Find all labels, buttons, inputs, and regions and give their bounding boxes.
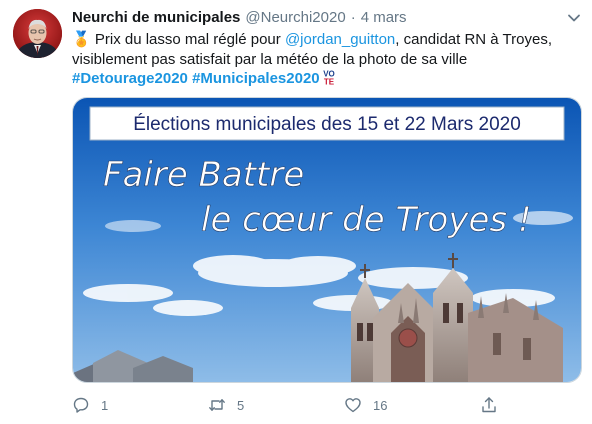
- like-button[interactable]: 16: [344, 396, 387, 414]
- slogan-line-2: le cœur de Troyes !: [201, 200, 532, 240]
- avatar[interactable]: [13, 9, 62, 58]
- tweet-actions: 1 5 16: [72, 396, 582, 416]
- campaign-poster: Élections municipales des 15 et 22 Mars …: [73, 98, 581, 382]
- author-name[interactable]: Neurchi de municipales: [72, 9, 240, 26]
- slogan-line-1: Faire Battre: [103, 155, 304, 195]
- tweet-text: 🏅 Prix du lasso mal réglé pour @jordan_g…: [72, 30, 582, 89]
- hashtag-link[interactable]: #Detourage2020: [72, 70, 188, 87]
- tweet-text-line-3: #Detourage2020 #Municipales2020 VO TE: [72, 69, 582, 89]
- tweet-text-line-2: visiblement pas satisfait par la météo d…: [72, 50, 468, 68]
- tweet-text-part: , candidat RN à Troyes,: [395, 31, 553, 48]
- retweet-button[interactable]: 5: [208, 396, 244, 414]
- mention-link[interactable]: @jordan_guitton: [285, 31, 395, 48]
- tweet-text-line-1: 🏅 Prix du lasso mal réglé pour @jordan_g…: [72, 30, 582, 50]
- vote-emoji: VO TE: [320, 69, 338, 87]
- heart-icon: [345, 398, 361, 413]
- share-icon: [482, 397, 496, 413]
- author-handle[interactable]: @Neurchi2020: [245, 9, 345, 26]
- tweet-text-part: Prix du lasso mal réglé pour: [90, 31, 285, 48]
- retweet-count: 5: [237, 397, 245, 413]
- tweet[interactable]: Neurchi de municipales @Neurchi2020 · 4 …: [0, 0, 592, 424]
- reply-icon: [73, 397, 89, 413]
- tweet-header: Neurchi de municipales @Neurchi2020 · 4 …: [72, 9, 407, 29]
- reply-button[interactable]: 1: [72, 396, 108, 414]
- hashtag-link[interactable]: #Municipales2020: [192, 70, 320, 87]
- reply-count: 1: [101, 397, 109, 413]
- more-options-button[interactable]: [566, 10, 582, 26]
- medal-emoji: 🏅: [72, 31, 91, 48]
- tweet-date[interactable]: 4 mars: [361, 9, 407, 26]
- like-count: 16: [373, 397, 388, 413]
- tweet-media-image[interactable]: Élections municipales des 15 et 22 Mars …: [72, 97, 582, 383]
- chevron-down-icon: [568, 14, 580, 22]
- retweet-icon: [209, 399, 225, 411]
- svg-text:TE: TE: [324, 78, 335, 86]
- banner-text: Élections municipales des 15 et 22 Mars …: [133, 114, 521, 135]
- avatar-image: [13, 9, 62, 58]
- share-button[interactable]: [480, 396, 498, 414]
- separator-dot: ·: [350, 9, 356, 26]
